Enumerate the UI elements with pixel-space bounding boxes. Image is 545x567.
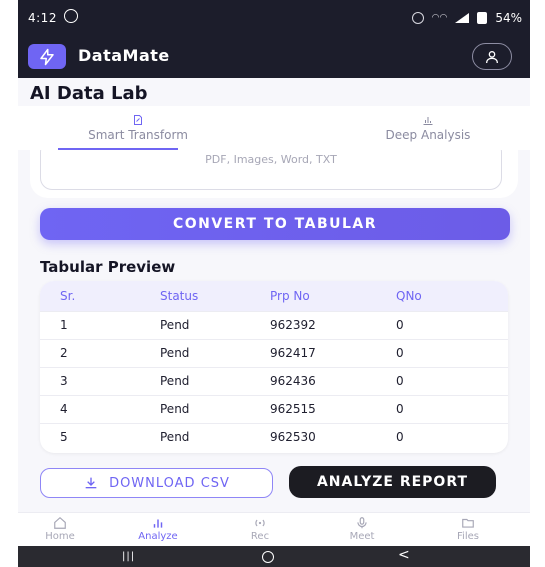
cell-status: Pend — [160, 422, 270, 451]
folder-icon — [462, 518, 474, 528]
recent-apps-button[interactable]: ||| — [122, 551, 135, 562]
edit-document-icon — [134, 115, 142, 125]
table-row: 4 Pend 962515 0 — [40, 394, 508, 423]
sync-icon — [64, 9, 78, 23]
preview-table: Sr. Status Prp No QNo 1 Pend 962392 0 2 … — [40, 281, 508, 451]
nav-label: Files — [457, 531, 479, 542]
tab-bar: Smart Transform Deep Analysis — [18, 106, 530, 150]
nav-item-rec[interactable]: Rec — [230, 516, 290, 542]
back-button[interactable]: < — [398, 547, 410, 563]
tab-label: Smart Transform — [88, 128, 188, 142]
cell-qno: 0 — [396, 394, 508, 423]
status-time: 4:12 — [28, 11, 57, 25]
cell-sr: 5 — [40, 422, 160, 451]
cell-status: Pend — [160, 366, 270, 395]
column-header: Sr. — [60, 288, 76, 303]
preview-title: Tabular Preview — [40, 258, 176, 276]
tab-label: Deep Analysis — [385, 128, 471, 142]
status-right: ◠◠ 54% — [411, 11, 522, 25]
convert-to-tabular-button[interactable]: CONVERT TO TABULAR — [40, 208, 510, 240]
table-header-row: Sr. Status Prp No QNo — [40, 281, 508, 311]
tab-indicator — [58, 148, 178, 150]
table-row: 5 Pend 962530 0 — [40, 422, 508, 451]
app-bar: DataMate — [18, 36, 530, 78]
cell-sr: 3 — [40, 366, 160, 395]
app-title: DataMate — [78, 46, 170, 65]
cell-sr: 2 — [40, 338, 160, 367]
signal-icon — [455, 13, 470, 23]
tab-deep-analysis[interactable]: Deep Analysis — [348, 106, 508, 150]
cell-qno: 0 — [396, 310, 508, 339]
cell-status: Pend — [160, 310, 270, 339]
upload-hint: PDF, Images, Word, TXT — [205, 153, 337, 166]
table-row: 1 Pend 962392 0 — [40, 310, 508, 339]
cell-status: Pend — [160, 338, 270, 367]
home-button[interactable] — [262, 551, 274, 563]
nav-item-analyze[interactable]: Analyze — [128, 516, 188, 542]
bottom-nav: Home Analyze Rec Meet Files — [18, 512, 530, 546]
download-csv-button[interactable]: DOWNLOAD CSV — [40, 468, 273, 498]
profile-button[interactable] — [472, 43, 512, 70]
broadcast-icon — [255, 519, 265, 527]
cell-sr: 4 — [40, 394, 160, 423]
status-bar: 4:12 ◠◠ 54% — [18, 0, 530, 36]
system-nav-bar: ||| < — [18, 546, 530, 567]
battery-percent: 54% — [495, 11, 522, 25]
nav-item-home[interactable]: Home — [30, 516, 90, 542]
cell-prp-no: 962530 — [270, 422, 396, 451]
table-row: 2 Pend 962417 0 — [40, 338, 508, 367]
cell-qno: 0 — [396, 422, 508, 451]
cell-prp-no: 962392 — [270, 310, 396, 339]
table-row: 3 Pend 962436 0 — [40, 366, 508, 395]
home-icon — [54, 516, 66, 529]
battery-icon — [477, 12, 488, 24]
app-logo — [28, 44, 66, 69]
cell-status: Pend — [160, 394, 270, 423]
analyze-icon — [153, 519, 163, 528]
column-header: Prp No — [270, 288, 310, 303]
cell-qno: 0 — [396, 338, 508, 367]
wifi-icon: ◠◠ — [431, 13, 448, 23]
cell-prp-no: 962515 — [270, 394, 396, 423]
bar-chart-icon — [423, 117, 433, 125]
alarm-icon — [411, 12, 424, 24]
user-icon — [486, 50, 498, 63]
download-icon — [85, 477, 97, 489]
column-header: QNo — [396, 288, 422, 303]
tab-smart-transform[interactable]: Smart Transform — [58, 106, 218, 150]
microphone-icon — [357, 517, 367, 529]
nav-label: Analyze — [138, 531, 178, 542]
cell-sr: 1 — [40, 310, 160, 339]
nav-item-meet[interactable]: Meet — [332, 516, 392, 542]
cell-qno: 0 — [396, 366, 508, 395]
page-title: AI Data Lab — [30, 83, 148, 104]
cell-prp-no: 962417 — [270, 338, 396, 367]
column-header: Status — [160, 288, 199, 303]
download-label: DOWNLOAD CSV — [109, 475, 230, 491]
nav-item-files[interactable]: Files — [438, 516, 498, 542]
lightning-icon — [40, 48, 54, 65]
nav-label: Home — [45, 531, 75, 542]
nav-label: Meet — [349, 531, 375, 542]
analyze-report-button[interactable]: ANALYZE REPORT — [289, 466, 496, 498]
preview-table-card: Sr. Status Prp No QNo 1 Pend 962392 0 2 … — [40, 281, 508, 453]
nav-label: Rec — [250, 531, 270, 542]
cell-prp-no: 962436 — [270, 366, 396, 395]
phone-screen: 4:12 ◠◠ 54% DataMate AI Data Lab PDF, Im… — [18, 0, 530, 567]
